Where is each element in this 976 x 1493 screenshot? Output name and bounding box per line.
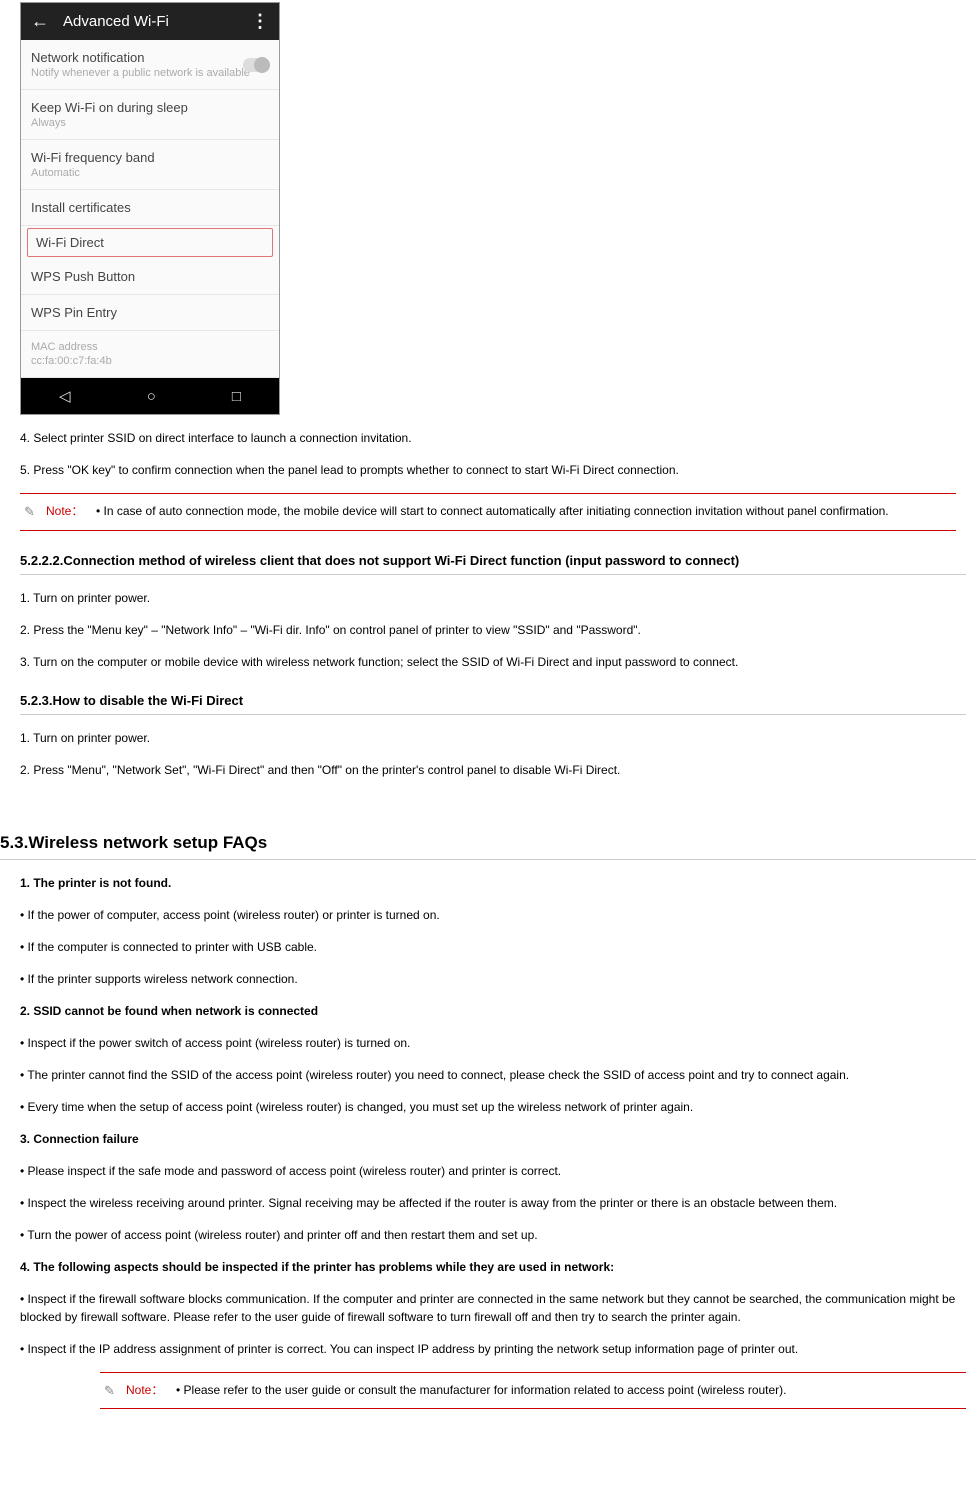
nav-back-icon: ◁ xyxy=(59,387,71,405)
note-label: Note： xyxy=(46,502,96,520)
phone-setting-label: Install certificates xyxy=(31,200,269,215)
phone-setting-item: Wi-Fi frequency band Automatic xyxy=(21,140,279,190)
note-text: • In case of auto connection mode, the m… xyxy=(96,502,952,520)
faq-heading: 4. The following aspects should be inspe… xyxy=(20,1258,966,1276)
faq-bullet: • The printer cannot find the SSID of th… xyxy=(20,1066,966,1084)
step-text: 1. Turn on printer power. xyxy=(20,589,966,607)
faq-heading: 1. The printer is not found. xyxy=(20,874,966,892)
heading-5222: 5.2.2.2.Connection method of wireless cl… xyxy=(20,553,966,575)
phone-setting-label: Wi-Fi Direct xyxy=(36,235,264,250)
note-text: • Please refer to the user guide or cons… xyxy=(176,1381,962,1399)
phone-setting-item: Install certificates xyxy=(21,190,279,226)
phone-mac-value: cc:fa:00:c7:fa:4b xyxy=(31,355,269,367)
note-icon: ✎ xyxy=(104,1381,126,1401)
phone-nav-bar: ◁ ○ □ xyxy=(21,378,279,414)
back-arrow-icon: ← xyxy=(31,11,49,32)
phone-setting-sub: Automatic xyxy=(31,167,269,179)
faq-bullet: • If the printer supports wireless netwo… xyxy=(20,970,966,988)
nav-home-icon: ○ xyxy=(147,388,156,405)
phone-mac-item: MAC address cc:fa:00:c7:fa:4b xyxy=(21,331,279,378)
phone-setting-label: WPS Pin Entry xyxy=(31,305,269,320)
faq-bullet: • Inspect if the IP address assignment o… xyxy=(20,1340,966,1358)
step-text: 4. Select printer SSID on direct interfa… xyxy=(20,429,966,447)
phone-mac-label: MAC address xyxy=(31,341,269,353)
note-box-1: ✎ Note： • In case of auto connection mod… xyxy=(20,493,956,531)
step-text: 2. Press the "Menu key" – "Network Info"… xyxy=(20,621,966,639)
note-label: Note： xyxy=(126,1381,176,1399)
step-text: 3. Turn on the computer or mobile device… xyxy=(20,653,966,671)
phone-title: Advanced Wi-Fi xyxy=(63,13,251,30)
faq-bullet: • If the power of computer, access point… xyxy=(20,906,966,924)
faq-bullet: • Inspect the wireless receiving around … xyxy=(20,1194,966,1212)
phone-setting-item: WPS Pin Entry xyxy=(21,295,279,331)
phone-setting-sub: Notify whenever a public network is avai… xyxy=(31,67,269,79)
step-text: 1. Turn on printer power. xyxy=(20,729,966,747)
phone-screenshot: ← Advanced Wi-Fi ⋮ Network notificationN… xyxy=(20,2,280,415)
note-box-2: ✎ Note： • Please refer to the user guide… xyxy=(100,1372,966,1410)
phone-setting-item: Wi-Fi Direct xyxy=(27,228,273,257)
phone-setting-sub: Always xyxy=(31,117,269,129)
phone-setting-label: Keep Wi-Fi on during sleep xyxy=(31,100,269,115)
step-text: 2. Press "Menu", "Network Set", "Wi-Fi D… xyxy=(20,761,966,779)
phone-setting-label: Network notification xyxy=(31,50,269,65)
faq-bullet: • Please inspect if the safe mode and pa… xyxy=(20,1162,966,1180)
heading-53: 5.3.Wireless network setup FAQs xyxy=(0,833,976,860)
faq-bullet: • Every time when the setup of access po… xyxy=(20,1098,966,1116)
phone-setting-item: Network notification Notify whenever a pu… xyxy=(21,40,279,90)
faq-bullet: • Inspect if the power switch of access … xyxy=(20,1034,966,1052)
phone-setting-label: Wi-Fi frequency band xyxy=(31,150,269,165)
faq-heading: 3. Connection failure xyxy=(20,1130,966,1148)
phone-setting-item: Keep Wi-Fi on during sleep Always xyxy=(21,90,279,140)
phone-top-bar: ← Advanced Wi-Fi ⋮ xyxy=(21,3,279,40)
faq-bullet: • If the computer is connected to printe… xyxy=(20,938,966,956)
faq-bullet: • Turn the power of access point (wirele… xyxy=(20,1226,966,1244)
note-icon: ✎ xyxy=(24,502,46,522)
phone-setting-item: WPS Push Button xyxy=(21,259,279,295)
faq-bullet: • Inspect if the firewall software block… xyxy=(20,1290,966,1326)
toggle-icon xyxy=(243,58,269,72)
phone-setting-label: WPS Push Button xyxy=(31,269,269,284)
kebab-menu-icon: ⋮ xyxy=(251,11,269,32)
faq-heading: 2. SSID cannot be found when network is … xyxy=(20,1002,966,1020)
heading-523: 5.2.3.How to disable the Wi-Fi Direct xyxy=(20,693,966,715)
phone-body: Network notification Notify whenever a pu… xyxy=(21,40,279,378)
nav-recent-icon: □ xyxy=(232,388,241,405)
step-text: 5. Press "OK key" to confirm connection … xyxy=(20,461,966,479)
